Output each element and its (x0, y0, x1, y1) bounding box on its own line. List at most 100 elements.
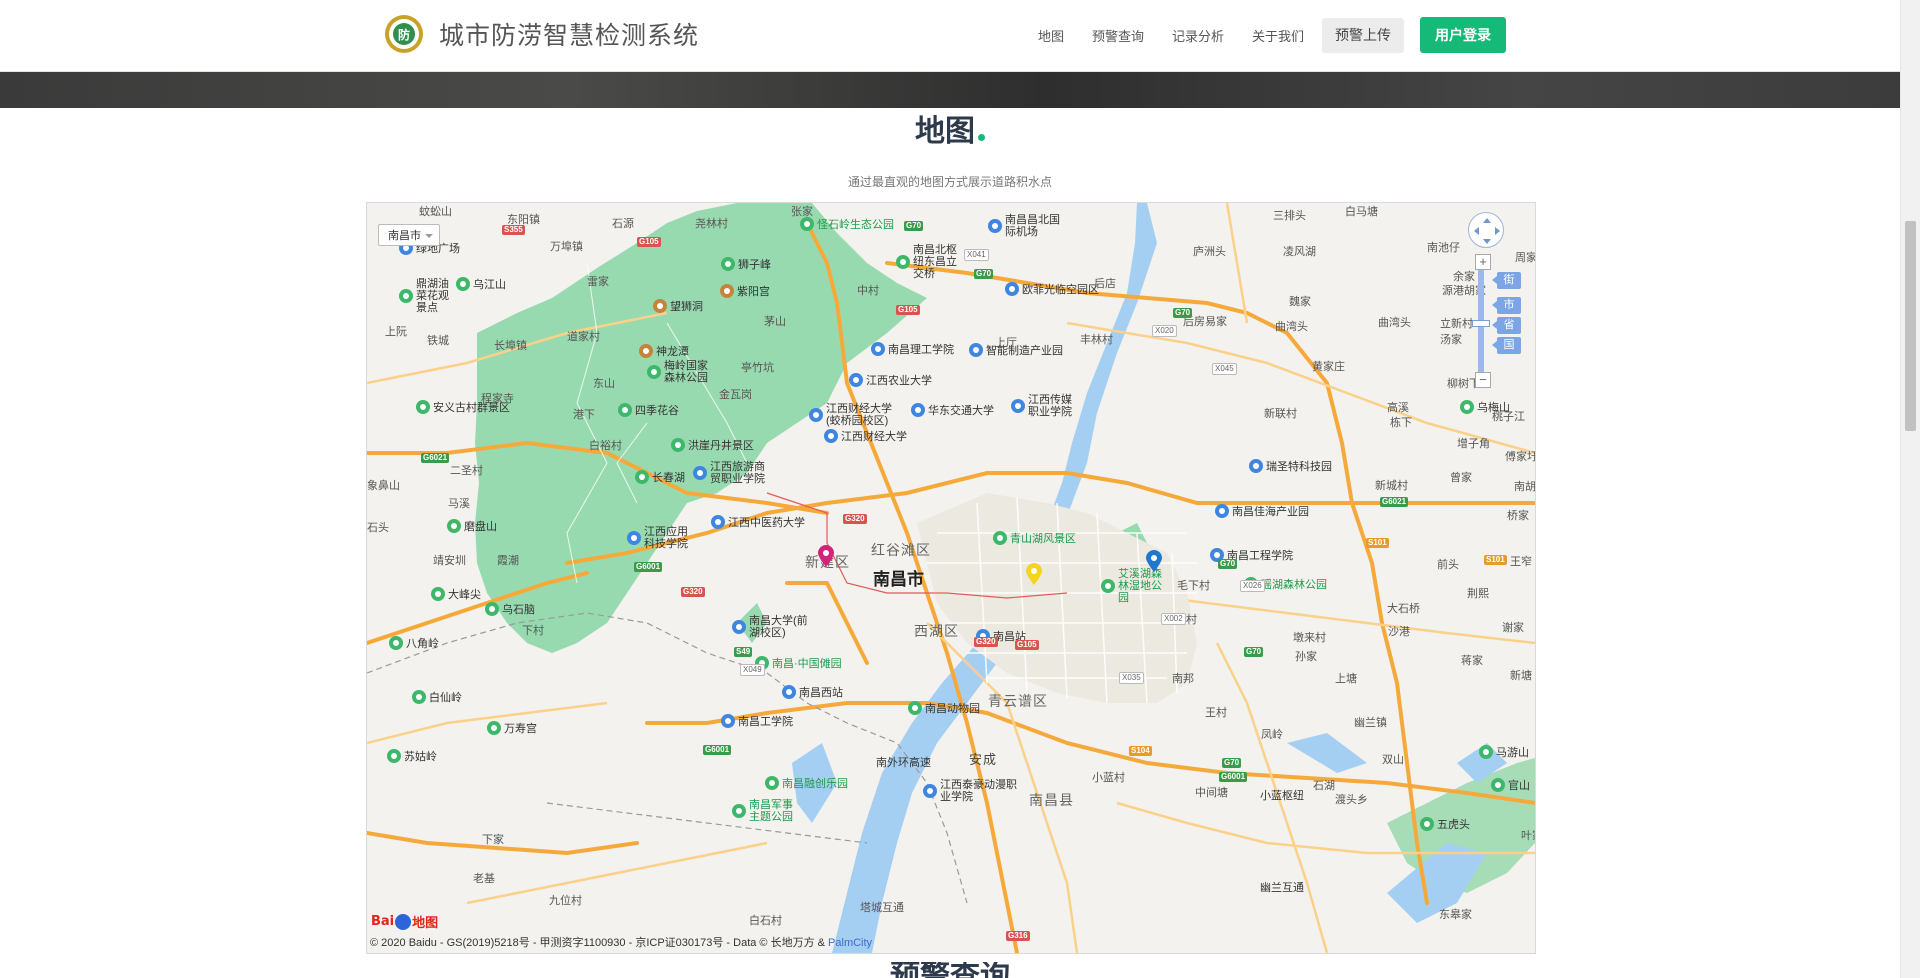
baidu-map[interactable]: 南昌市 红谷滩区 新建区 西湖区 青云谱区 南昌县 怪石岭生态公园 狮子峰 紫阳… (366, 202, 1536, 954)
poi-label[interactable]: 大峰尖 (431, 586, 481, 602)
poi-label[interactable]: 鼎湖油菜花观景点 (399, 278, 457, 314)
poi-label[interactable]: 紫阳宫 (720, 283, 770, 299)
hero-banner-strip (0, 71, 1900, 108)
warning-marker-yellow[interactable] (1026, 563, 1042, 585)
poi-label[interactable]: 五虎头 (1420, 816, 1470, 832)
poi-label[interactable]: 长春湖 (635, 469, 685, 485)
poi-label[interactable]: 江西应用科技学院 (627, 526, 693, 550)
poi-label[interactable]: 江西中医药大学 (711, 514, 805, 530)
road-badge: G6001 (703, 745, 732, 755)
poi-label[interactable]: 南昌·中国傩园 (755, 655, 842, 671)
baidu-map-logo: Bai 地图 (371, 913, 439, 931)
poi-label[interactable]: 南昌融创乐园 (765, 775, 848, 791)
place-label: 凌风湖 (1283, 246, 1316, 258)
poi-label[interactable]: 八角岭 (389, 635, 439, 651)
road-badge: G6001 (1219, 772, 1248, 782)
poi-label[interactable]: 江西泰豪动漫职业学院 (923, 779, 1019, 803)
place-label: 老基 (473, 873, 495, 885)
next-section-title: 预警查询 (0, 962, 1900, 978)
place-label: 新联村 (1264, 408, 1297, 420)
poi-label[interactable]: 磨盘山 (447, 518, 497, 534)
poi-label[interactable]: 洪崖丹井景区 (671, 437, 754, 453)
poi-label[interactable]: 江西农业大学 (849, 372, 932, 388)
poi-label[interactable]: 江西旅游商贸职业学院 (693, 461, 773, 485)
scrollbar-thumb[interactable] (1905, 221, 1916, 431)
nav-record-analysis[interactable]: 记录分析 (1172, 26, 1224, 45)
zoom-level-province[interactable]: 省 (1492, 317, 1521, 334)
place-label: 凤岭 (1261, 729, 1283, 741)
poi-label[interactable]: 华东交通大学 (911, 402, 994, 418)
poi-label[interactable]: 艾溪湖森林湿地公园 (1101, 568, 1171, 604)
poi-label[interactable]: 南昌军事主题公园 (732, 799, 794, 823)
poi-label[interactable]: 苏姑岭 (387, 748, 437, 764)
poi-label[interactable]: 江西财经大学 (824, 428, 907, 444)
road-badge: G105 (637, 237, 661, 247)
place-label: 南邦 (1172, 673, 1194, 685)
main-nav: 地图 预警查询 记录分析 关于我们 预警上传 用户登录 (1010, 17, 1506, 53)
poi-label[interactable]: 江西传媒职业学院 (1011, 394, 1081, 418)
road-badge: S101 (1366, 538, 1389, 548)
poi-label[interactable]: 马游山 (1479, 744, 1529, 760)
poi-label[interactable]: 怪石岭生态公园 (800, 216, 894, 232)
poi-label[interactable]: 官山 (1491, 777, 1530, 793)
place-label: 白裕村 (589, 440, 622, 452)
poi-label[interactable]: 南昌工学院 (721, 713, 793, 729)
zoom-level-city[interactable]: 市 (1492, 297, 1521, 314)
zoom-slider-handle[interactable] (1472, 320, 1490, 327)
place-label: 东皋家 (1439, 909, 1472, 921)
poi-label[interactable]: 欧菲光临空园区 (1005, 281, 1099, 297)
warning-marker-magenta[interactable] (818, 545, 834, 567)
district-xihu: 西湖区 (914, 623, 959, 639)
brand[interactable]: 防 城市防涝智慧检测系统 (385, 15, 699, 53)
page-scrollbar[interactable] (1900, 0, 1920, 978)
map-canvas[interactable] (367, 203, 1535, 953)
title-dot-icon (978, 134, 985, 141)
poi-label[interactable]: 四季花谷 (618, 402, 679, 418)
upload-warning-button[interactable]: 预警上传 (1322, 17, 1404, 53)
place-label: 桥家 (1507, 510, 1529, 522)
road-badge: S104 (1129, 746, 1152, 756)
poi-label[interactable]: 梅岭国家森林公园 (647, 360, 717, 384)
zoom-level-street[interactable]: 街 (1492, 272, 1521, 289)
place-label: 后店 (1094, 278, 1116, 290)
highway-label: 安成 (969, 752, 998, 767)
poi-label[interactable]: 南昌西站 (782, 684, 843, 700)
nav-warning-query[interactable]: 预警查询 (1092, 26, 1144, 45)
warning-marker-blue[interactable] (1146, 550, 1162, 572)
poi-label[interactable]: 南昌大学(前湖校区) (732, 615, 812, 639)
place-label: 下村 (522, 625, 544, 637)
place-label: 曲湾头 (1378, 317, 1411, 329)
zoom-level-country[interactable]: 国 (1492, 337, 1521, 354)
place-label: 南胡家 (1514, 481, 1536, 493)
place-label: 靖安圳 (433, 555, 466, 567)
site-logo-icon: 防 (385, 15, 423, 53)
road-badge: G105 (1015, 640, 1039, 650)
poi-label[interactable]: 神龙潭 (639, 343, 689, 359)
nav-map[interactable]: 地图 (1038, 26, 1064, 45)
poi-label[interactable]: 南昌佳海产业园 (1215, 503, 1309, 519)
login-button[interactable]: 用户登录 (1420, 17, 1506, 53)
pan-control-icon[interactable] (1468, 212, 1504, 248)
poi-label[interactable]: 万寿宫 (487, 720, 537, 736)
poi-label[interactable]: 乌江山 (456, 276, 506, 292)
zoom-in-button[interactable]: + (1475, 254, 1491, 270)
poi-label[interactable]: 南昌北枢纽东昌立交桥 (896, 244, 962, 280)
poi-label[interactable]: 望狮洞 (653, 298, 703, 314)
poi-label[interactable]: 乌石脑 (485, 601, 535, 617)
nav-about-us[interactable]: 关于我们 (1252, 26, 1304, 45)
poi-label[interactable]: 狮子峰 (721, 256, 771, 272)
place-label: 魏家 (1289, 296, 1311, 308)
road-badge: G70 (1244, 647, 1264, 657)
place-label: 毛下村 (1177, 580, 1210, 592)
poi-label[interactable]: 南昌动物园 (908, 700, 980, 716)
poi-label[interactable]: 南昌昌北国际机场 (988, 214, 1068, 238)
poi-label[interactable]: 青山湖风景区 (993, 530, 1076, 546)
city-select-dropdown[interactable]: 南昌市 (378, 224, 440, 246)
poi-label[interactable]: 江西财经大学(蛟桥园校区) (809, 403, 895, 427)
palmcity-link[interactable]: PalmCity (828, 937, 872, 949)
zoom-slider-track[interactable] (1478, 262, 1484, 374)
poi-label[interactable]: 瑞圣特科技园 (1249, 458, 1332, 474)
zoom-out-button[interactable]: − (1475, 372, 1491, 388)
poi-label[interactable]: 白仙岭 (412, 689, 462, 705)
poi-label[interactable]: 南昌理工学院 (871, 341, 954, 357)
